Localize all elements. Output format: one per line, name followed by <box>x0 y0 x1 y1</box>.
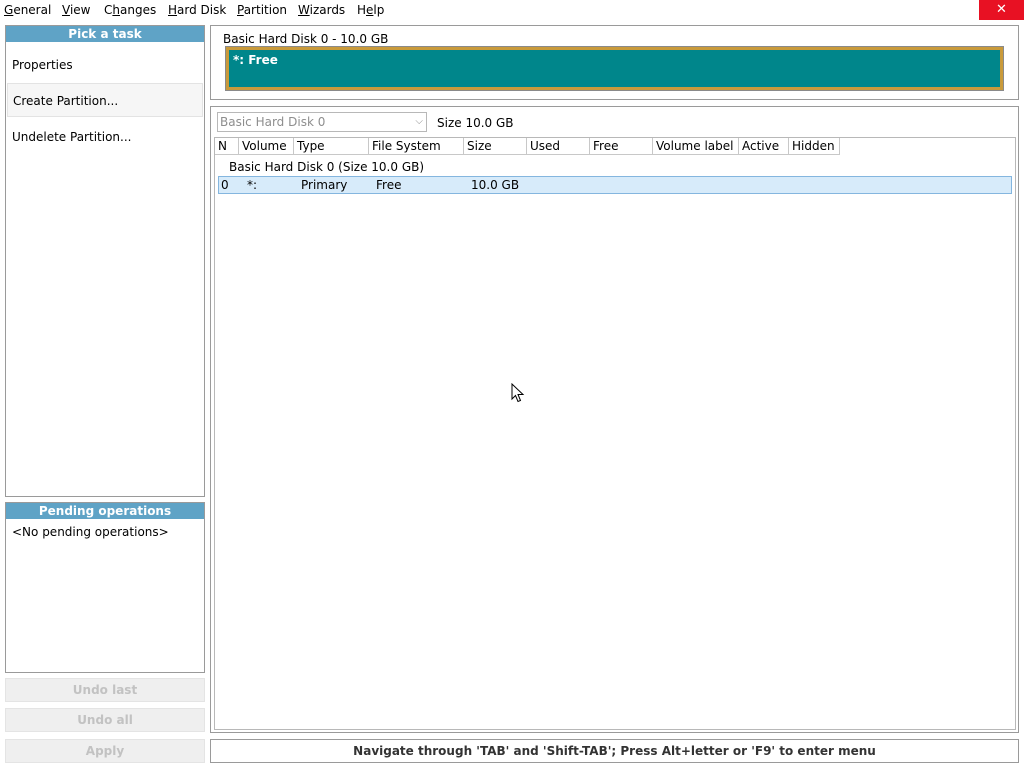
column-header-volume[interactable]: Volume <box>239 138 294 155</box>
cell-n: 0 <box>221 178 229 192</box>
column-header-active[interactable]: Active <box>739 138 789 155</box>
cell-type: Primary <box>301 178 348 192</box>
mouse-cursor-icon <box>511 383 525 403</box>
disk-map-partition-label: *: Free <box>233 53 278 67</box>
undo-all-button[interactable]: Undo all <box>5 708 205 732</box>
pending-panel-header: Pending operations <box>6 503 204 519</box>
column-header-file-system[interactable]: File System <box>369 138 464 155</box>
close-icon: ✕ <box>996 2 1007 17</box>
menu-hard-disk[interactable]: Hard Disk <box>168 2 226 18</box>
disk-select[interactable]: Basic Hard Disk 0 ⌵ <box>217 112 427 132</box>
menu-general[interactable]: General <box>4 2 51 18</box>
disk-map-panel: Basic Hard Disk 0 - 10.0 GB *: Free <box>210 25 1019 100</box>
column-header-used[interactable]: Used <box>527 138 590 155</box>
list-header: N Volume Type File System Size Used Free… <box>215 138 840 155</box>
partition-list-panel: Basic Hard Disk 0 ⌵ Size 10.0 GB N Volum… <box>210 106 1019 733</box>
disk-map-partition-bar[interactable]: *: Free <box>225 46 1004 91</box>
task-create-partition[interactable]: Create Partition... <box>7 83 203 117</box>
menu-bar: General View Changes Hard Disk Partition… <box>0 0 1024 20</box>
tasks-panel-header: Pick a task <box>6 26 204 42</box>
column-header-n[interactable]: N <box>215 138 239 155</box>
cell-volume: *: <box>247 178 258 192</box>
column-header-volume-label[interactable]: Volume label <box>653 138 739 155</box>
cell-file-system: Free <box>376 178 402 192</box>
menu-changes[interactable]: Changes <box>104 2 156 18</box>
menu-partition[interactable]: Partition <box>237 2 287 18</box>
task-undelete-partition[interactable]: Undelete Partition... <box>7 120 203 154</box>
column-header-hidden[interactable]: Hidden <box>789 138 840 155</box>
status-bar: Navigate through 'TAB' and 'Shift-TAB'; … <box>210 739 1019 763</box>
partition-list[interactable]: N Volume Type File System Size Used Free… <box>214 137 1016 730</box>
menu-wizards[interactable]: Wizards <box>298 2 345 18</box>
disk-size-label: Size 10.0 GB <box>437 116 514 130</box>
menu-help[interactable]: Help <box>357 2 384 18</box>
table-row[interactable]: 0 *: Primary Free 10.0 GB <box>218 176 1012 194</box>
chevron-down-icon: ⌵ <box>415 116 423 127</box>
column-header-size[interactable]: Size <box>464 138 527 155</box>
disk-group-label: Basic Hard Disk 0 (Size 10.0 GB) <box>229 160 425 174</box>
apply-button[interactable]: Apply <box>5 739 205 763</box>
menu-view[interactable]: View <box>62 2 90 18</box>
column-header-free[interactable]: Free <box>590 138 653 155</box>
undo-last-button[interactable]: Undo last <box>5 678 205 702</box>
cell-size: 10.0 GB <box>471 178 520 192</box>
task-properties[interactable]: Properties <box>7 48 203 82</box>
pending-operations-text: <No pending operations> <box>12 525 169 539</box>
disk-map-title: Basic Hard Disk 0 - 10.0 GB <box>223 32 389 46</box>
close-button[interactable]: ✕ <box>979 0 1024 20</box>
pending-operations-panel: Pending operations <No pending operation… <box>5 502 205 673</box>
tasks-panel: Pick a task Properties Create Partition.… <box>5 25 205 497</box>
disk-select-value: Basic Hard Disk 0 <box>220 115 326 129</box>
column-header-type[interactable]: Type <box>294 138 369 155</box>
